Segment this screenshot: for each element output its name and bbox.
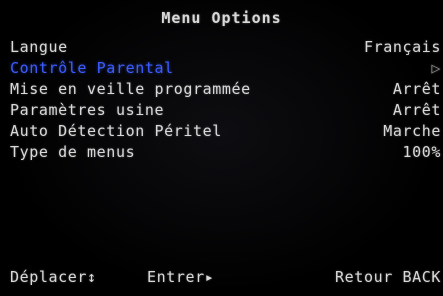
options-menu: Langue Français Contrôle Parental ▷ Mise…: [0, 38, 443, 164]
menu-title: Menu Options: [161, 9, 282, 27]
menu-item-label: Langue: [10, 38, 68, 56]
menu-item-label: Paramètres usine: [10, 101, 165, 119]
menu-item-value: Arrêt: [392, 80, 441, 98]
menu-item-type-de-menus[interactable]: Type de menus 100%: [0, 143, 443, 164]
menu-item-label: Type de menus: [10, 143, 136, 161]
menu-item-label: Mise en veille programmée: [10, 80, 251, 98]
menu-item-controle-parental[interactable]: Contrôle Parental ▷: [0, 59, 443, 80]
menu-item-auto-detection-peritel[interactable]: Auto Détection Péritel Marche: [0, 122, 443, 143]
back-hint: Retour BACK: [335, 268, 441, 286]
move-hint: Déplacer↕: [10, 268, 97, 286]
menu-item-value: Marche: [383, 122, 441, 140]
menu-item-mise-en-veille[interactable]: Mise en veille programmée Arrêt: [0, 80, 443, 101]
enter-hint: Entrer▸: [147, 268, 215, 286]
menu-item-value: Arrêt: [392, 101, 441, 119]
menu-item-value: Français: [363, 38, 441, 56]
menu-item-langue[interactable]: Langue Français: [0, 38, 443, 59]
submenu-arrow-icon: ▷: [431, 59, 441, 77]
menu-item-value: 100%: [402, 143, 441, 161]
footer-hints: Déplacer↕ Entrer▸ Retour BACK: [0, 268, 443, 288]
tv-screen: Menu Options Langue Français Contrôle Pa…: [0, 0, 443, 296]
menu-item-label: Contrôle Parental: [10, 59, 174, 77]
menu-item-label: Auto Détection Péritel: [10, 122, 222, 140]
menu-item-parametres-usine[interactable]: Paramètres usine Arrêt: [0, 101, 443, 122]
